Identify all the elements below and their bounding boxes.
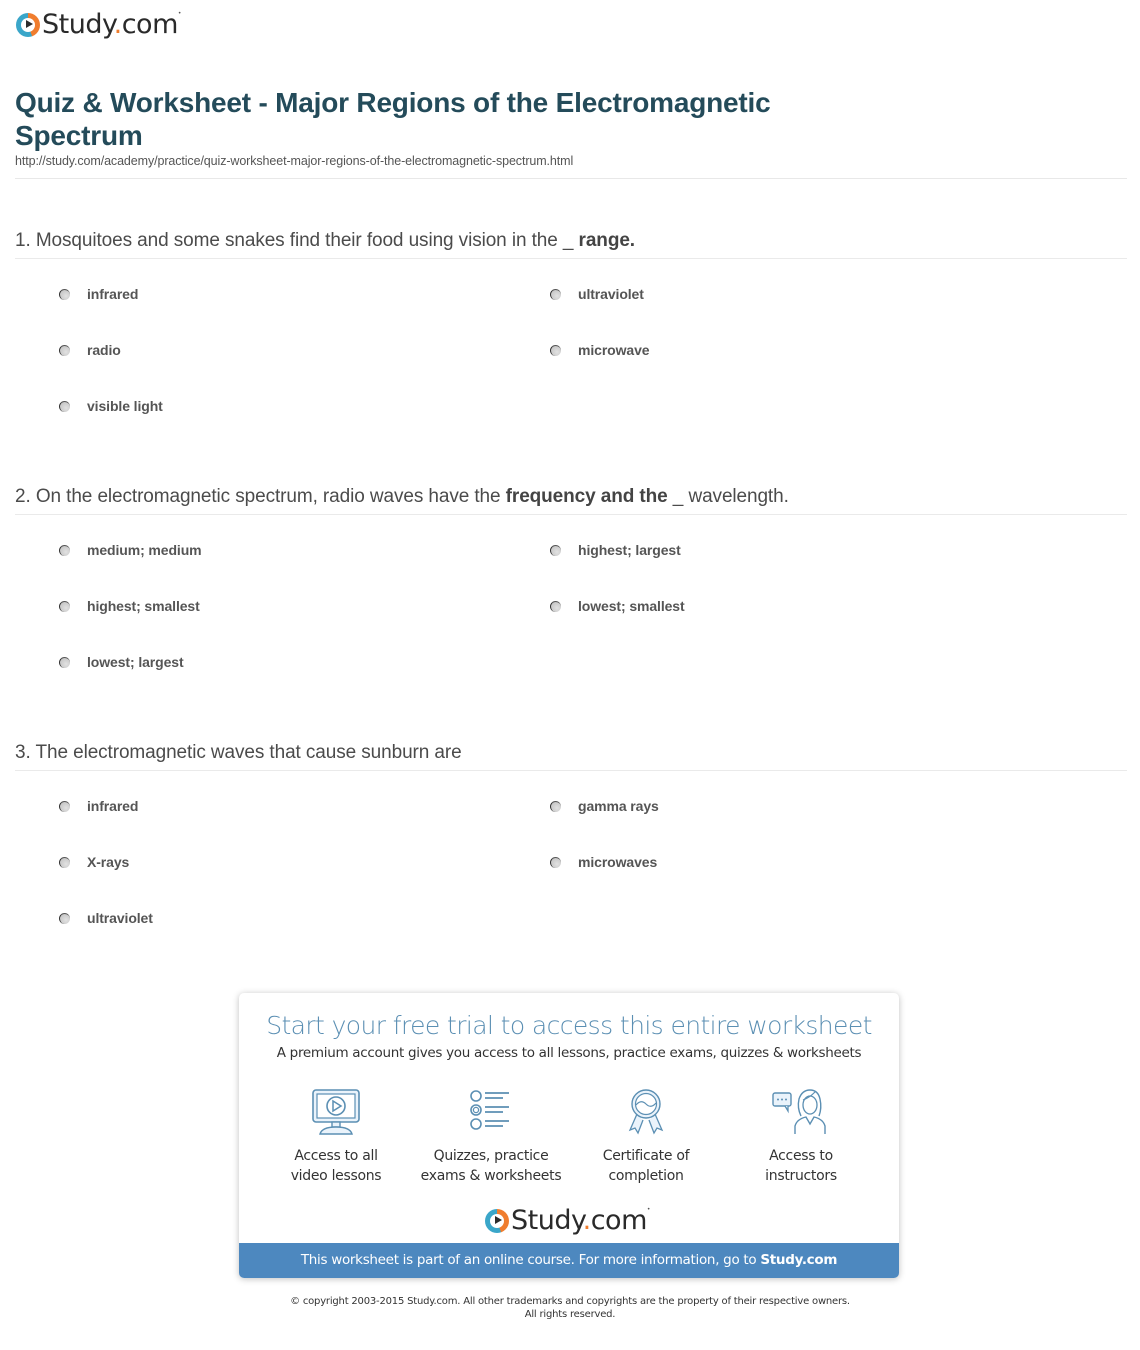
radio-icon[interactable] — [550, 544, 561, 556]
option-radio[interactable]: highest; smallest — [59, 596, 200, 616]
instructor-icon — [772, 1089, 826, 1134]
radio-icon[interactable] — [59, 288, 70, 300]
option-radio[interactable]: X-rays — [59, 852, 129, 872]
option-radio[interactable]: lowest; smallest — [550, 596, 685, 616]
option-radio[interactable]: radio — [59, 340, 121, 360]
option-radio[interactable]: lowest; largest — [59, 652, 184, 672]
feature-label: Quizzes, practice exams & worksheets — [420, 1148, 562, 1184]
radio-icon[interactable] — [59, 600, 70, 612]
page-url[interactable]: http://study.com/academy/practice/quiz-w… — [15, 154, 573, 168]
header-divider — [15, 178, 1127, 179]
question-text: 2. On the electromagnetic spectrum, radi… — [15, 486, 789, 507]
option-radio[interactable]: infrared — [59, 284, 138, 304]
promo-subtitle: A premium account gives you access to al… — [276, 1045, 862, 1061]
copyright-notice: © copyright 2003-2015 Study.com. All oth… — [290, 1296, 850, 1320]
option-radio[interactable]: ultraviolet — [59, 908, 153, 928]
course-info-bar: This worksheet is part of an online cour… — [239, 1243, 899, 1278]
radio-icon[interactable] — [59, 800, 70, 812]
option-radio[interactable]: infrared — [59, 796, 138, 816]
logo-wordmark: Study.com• — [511, 1205, 650, 1236]
question-2: 2. On the electromagnetic spectrum, radi… — [15, 485, 1127, 675]
radio-icon[interactable] — [550, 600, 561, 612]
quiz-list-icon — [470, 1090, 509, 1130]
feature-label: Access to all video lessons — [290, 1148, 382, 1184]
options-list: medium; medium highest; largest highest;… — [15, 515, 1127, 675]
option-radio[interactable]: microwave — [550, 340, 650, 360]
promo-title[interactable]: Start your free trial to access this ent… — [239, 1011, 899, 1040]
study-logo[interactable]: Study.com• — [16, 11, 181, 38]
radio-icon[interactable] — [59, 656, 70, 668]
feature-label: Certificate of completion — [602, 1148, 690, 1184]
video-lesson-icon — [312, 1089, 360, 1135]
option-radio[interactable]: microwaves — [550, 852, 657, 872]
radio-icon[interactable] — [59, 856, 70, 868]
option-radio[interactable]: medium; medium — [59, 540, 202, 560]
radio-icon[interactable] — [59, 400, 70, 412]
feature-label: Access to instructors — [765, 1148, 837, 1184]
certificate-icon — [628, 1089, 664, 1135]
option-radio[interactable]: visible light — [59, 396, 163, 416]
question-text: 3. The electromagnetic waves that cause … — [15, 742, 462, 763]
radio-icon[interactable] — [550, 856, 561, 868]
question-3: 3. The electromagnetic waves that cause … — [15, 741, 1127, 931]
question-text: 1. Mosquitoes and some snakes find their… — [15, 230, 635, 251]
play-logo-icon — [16, 12, 40, 37]
radio-icon[interactable] — [59, 912, 70, 924]
option-radio[interactable]: highest; largest — [550, 540, 681, 560]
feature-instructors: Access to instructors — [721, 1088, 881, 1186]
radio-icon[interactable] — [550, 800, 561, 812]
options-list: infrared ultraviolet radio microwave vis… — [15, 259, 1127, 419]
radio-icon[interactable] — [550, 344, 561, 356]
logo-wordmark: Study.com• — [42, 9, 181, 40]
question-1: 1. Mosquitoes and some snakes find their… — [15, 229, 1127, 419]
feature-quizzes: Quizzes, practice exams & worksheets — [411, 1088, 571, 1186]
option-radio[interactable]: gamma rays — [550, 796, 659, 816]
free-trial-promo: Start your free trial to access this ent… — [239, 993, 899, 1278]
radio-icon[interactable] — [59, 544, 70, 556]
page-title: Quiz & Worksheet - Major Regions of the … — [15, 87, 771, 151]
promo-study-logo[interactable]: Study.com• — [485, 1207, 650, 1234]
feature-video-lessons: Access to all video lessons — [256, 1088, 416, 1186]
play-logo-icon — [485, 1208, 509, 1233]
feature-certificate: Certificate of completion — [566, 1088, 726, 1186]
radio-icon[interactable] — [59, 344, 70, 356]
options-list: infrared gamma rays X-rays microwaves ul… — [15, 771, 1127, 931]
option-radio[interactable]: ultraviolet — [550, 284, 644, 304]
study-link[interactable]: Study.com — [760, 1252, 837, 1268]
radio-icon[interactable] — [550, 288, 561, 300]
